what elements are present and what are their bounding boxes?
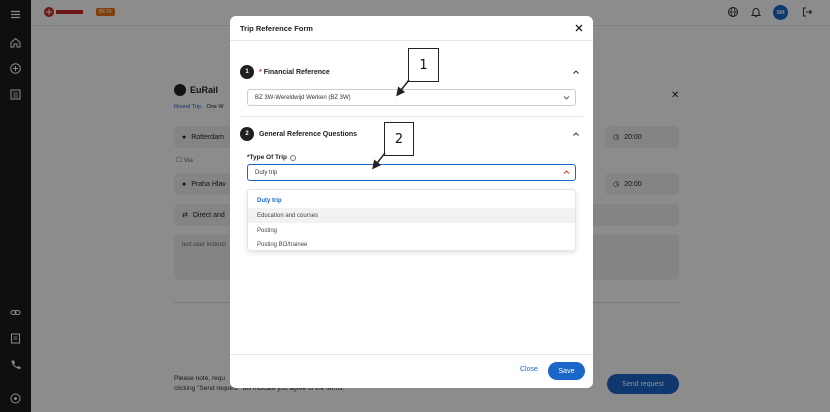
section-divider [240,116,583,117]
chevron-up-icon[interactable] [572,130,580,138]
option-posting[interactable]: Posting [248,223,575,238]
callout-1: 1 [408,48,439,82]
modal-title: Trip Reference Form [240,24,313,33]
footer-divider [230,354,593,355]
chevron-up-icon[interactable] [572,68,580,76]
callout-2: 2 [384,122,414,156]
info-icon[interactable] [289,154,296,161]
chevron-up-icon [563,169,570,176]
financial-reference-header[interactable]: 1 * Financial Reference [240,65,330,79]
general-reference-header[interactable]: 2 General Reference Questions [240,127,357,141]
save-button[interactable]: Save [548,362,585,380]
option-duty-trip[interactable]: Duty trip [248,193,575,208]
option-education[interactable]: Education and courses [248,208,575,223]
modal-header: Trip Reference Form [230,16,593,41]
section-number-badge: 2 [240,127,254,141]
type-of-trip-select[interactable]: Duty trip [247,164,576,181]
close-icon[interactable] [574,23,584,33]
option-posting-bo-trainee[interactable]: Posting BO/trainee [248,237,575,252]
close-button[interactable]: Close [520,366,538,373]
type-of-trip-label: *Type Of Trip [247,154,296,161]
financial-reference-select[interactable]: BZ 3W-Wereldwijd Werken (BZ 3W) [247,89,576,106]
chevron-down-icon [563,94,570,101]
section-number-badge: 1 [240,65,254,79]
type-of-trip-dropdown: Duty trip Education and courses Posting … [247,189,576,251]
